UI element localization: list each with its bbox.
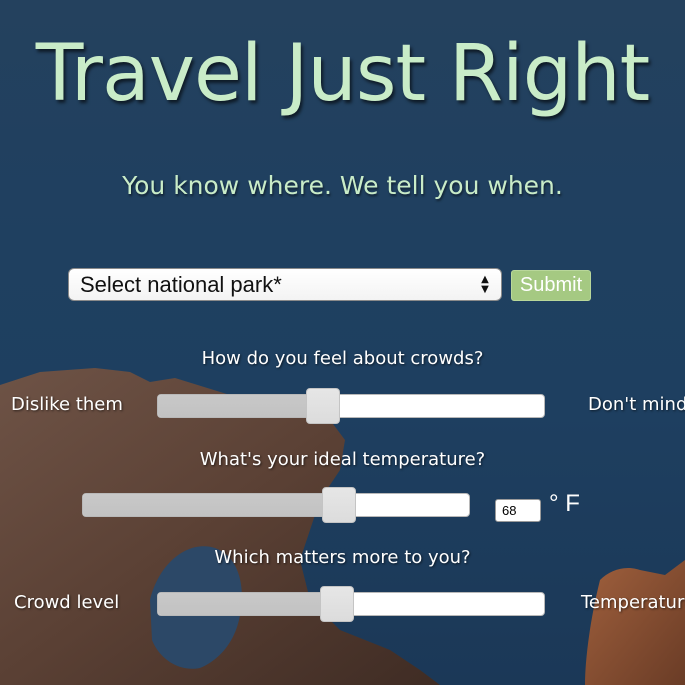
temperature-value-field[interactable]: 68 (495, 499, 541, 522)
priority-right-label: Temperature (581, 592, 685, 613)
priority-left-label: Crowd level (14, 592, 120, 613)
priority-slider-thumb[interactable] (320, 586, 354, 622)
crowds-question: How do you feel about crowds? (201, 348, 484, 369)
national-park-select-value: Select national park* (80, 271, 282, 297)
temperature-slider[interactable] (82, 487, 470, 523)
crowds-slider[interactable] (157, 388, 545, 424)
crowds-right-label: Don't mind (588, 394, 685, 415)
crowds-left-label: Dislike them (11, 394, 123, 415)
crowds-slider-thumb[interactable] (306, 388, 340, 424)
temperature-unit-label: ° F (549, 490, 580, 517)
priority-question: Which matters more to you? (214, 547, 471, 568)
temperature-slider-thumb[interactable] (322, 487, 356, 523)
page-subtitle: You know where. We tell you when. (122, 171, 563, 200)
priority-slider-fill (158, 593, 337, 615)
submit-button[interactable]: Submit (511, 270, 591, 301)
national-park-select[interactable]: Select national park* ▲ ▼ (68, 268, 502, 301)
temperature-slider-fill (83, 494, 339, 516)
crowds-slider-fill (158, 395, 323, 417)
page-title: Travel Just Right (35, 29, 651, 119)
temperature-question: What's your ideal temperature? (199, 449, 486, 470)
page-content: Travel Just Right You know where. We tel… (0, 0, 685, 685)
priority-slider[interactable] (157, 586, 545, 622)
select-updown-arrows-icon: ▲ ▼ (481, 273, 489, 295)
